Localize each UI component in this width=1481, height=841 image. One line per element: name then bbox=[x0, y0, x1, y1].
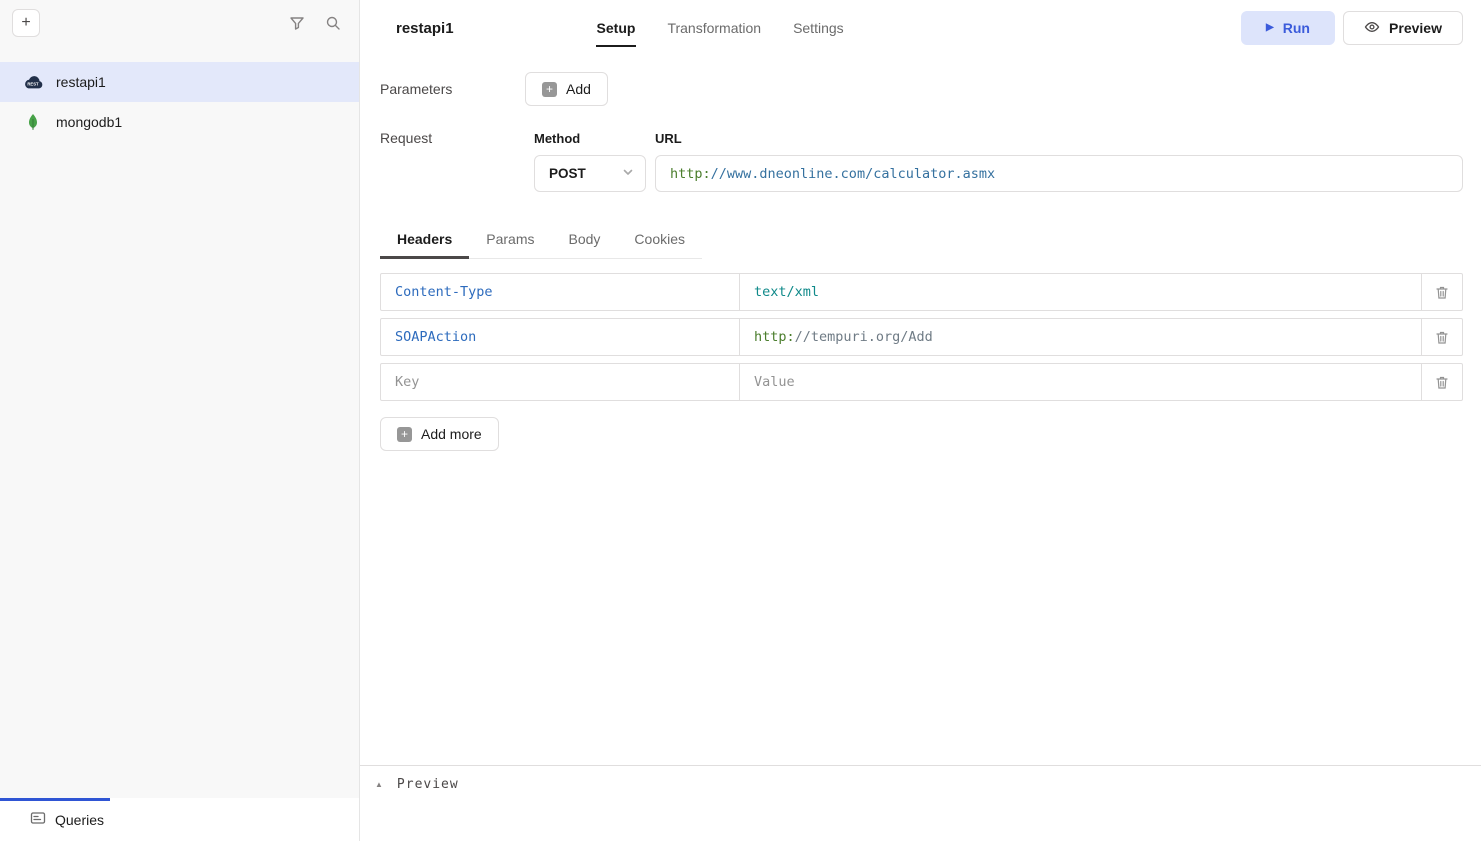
delete-row-button[interactable] bbox=[1421, 273, 1463, 311]
sidebar-item-label: restapi1 bbox=[56, 74, 106, 90]
url-scheme: http: bbox=[670, 166, 711, 182]
main-panel: restapi1 Setup Transformation Settings ▶… bbox=[360, 0, 1481, 841]
response-preview-toggle[interactable]: ▲ Preview bbox=[360, 766, 1481, 802]
header-value-scheme: http: bbox=[754, 329, 795, 345]
tab-setup[interactable]: Setup bbox=[596, 16, 637, 40]
header-actions: ▶ Run Preview bbox=[1241, 11, 1463, 45]
sidebar-item-restapi1[interactable]: REST restapi1 bbox=[0, 62, 359, 102]
page-title: restapi1 bbox=[396, 20, 454, 37]
parameters-label: Parameters bbox=[380, 81, 525, 97]
header-value-input[interactable]: http://tempuri.org/Add bbox=[739, 318, 1422, 356]
run-button[interactable]: ▶ Run bbox=[1241, 11, 1335, 45]
tab-cookies[interactable]: Cookies bbox=[617, 222, 702, 258]
queries-tab-label: Queries bbox=[55, 812, 104, 828]
table-row bbox=[380, 363, 1463, 401]
filter-icon[interactable] bbox=[289, 15, 305, 31]
response-pane: ▲ Preview bbox=[360, 765, 1481, 841]
url-value: //www.dneonline.com/calculator.asmx bbox=[711, 166, 995, 182]
play-icon: ▶ bbox=[1266, 23, 1274, 33]
rest-api-icon: REST bbox=[22, 75, 44, 90]
setup-content: Parameters + Add Request Method URL POST bbox=[360, 56, 1481, 765]
plus-icon: + bbox=[21, 14, 30, 32]
preview-button[interactable]: Preview bbox=[1343, 11, 1463, 45]
request-subtabs: Headers Params Body Cookies bbox=[380, 222, 702, 259]
table-row: Content-Type text/xml bbox=[380, 273, 1463, 311]
tab-settings[interactable]: Settings bbox=[792, 16, 845, 40]
header-key-input[interactable] bbox=[380, 363, 740, 401]
plus-icon: + bbox=[397, 427, 412, 442]
header-value-text: //tempuri.org/Add bbox=[795, 329, 933, 345]
app-window: + REST bbox=[0, 0, 1481, 841]
trash-icon bbox=[1435, 330, 1449, 345]
sidebar-item-label: mongodb1 bbox=[56, 114, 122, 130]
parameters-section: Parameters + Add bbox=[380, 72, 1463, 106]
tab-headers[interactable]: Headers bbox=[380, 222, 469, 258]
add-parameter-button[interactable]: + Add bbox=[525, 72, 608, 106]
table-row: SOAPAction http://tempuri.org/Add bbox=[380, 318, 1463, 356]
new-query-button[interactable]: + bbox=[12, 9, 40, 37]
search-icon[interactable] bbox=[325, 15, 341, 31]
query-header: restapi1 Setup Transformation Settings ▶… bbox=[360, 0, 1481, 56]
response-preview-label: Preview bbox=[397, 777, 459, 792]
trash-icon bbox=[1435, 285, 1449, 300]
eye-icon bbox=[1364, 19, 1380, 38]
preview-button-label: Preview bbox=[1389, 20, 1442, 36]
query-list: REST restapi1 mongodb1 bbox=[0, 46, 359, 798]
tab-params[interactable]: Params bbox=[469, 222, 551, 258]
delete-row-button[interactable] bbox=[1421, 318, 1463, 356]
header-key-input[interactable]: Content-Type bbox=[380, 273, 740, 311]
plus-icon: + bbox=[542, 82, 557, 97]
delete-row-button[interactable] bbox=[1421, 363, 1463, 401]
request-label: Request bbox=[380, 130, 525, 146]
caret-up-icon: ▲ bbox=[375, 780, 383, 789]
tab-transformation[interactable]: Transformation bbox=[666, 16, 762, 40]
add-more-label: Add more bbox=[421, 426, 482, 442]
header-tabs: Setup Transformation Settings bbox=[596, 0, 845, 56]
svg-text:REST: REST bbox=[27, 81, 39, 86]
request-section: Request Method URL POST http://www.dneon… bbox=[380, 130, 1463, 192]
header-value-input[interactable] bbox=[739, 363, 1422, 401]
sidebar-topbar: + bbox=[0, 0, 359, 46]
sidebar-item-mongodb1[interactable]: mongodb1 bbox=[0, 102, 359, 142]
header-key-input[interactable]: SOAPAction bbox=[380, 318, 740, 356]
sidebar: + REST bbox=[0, 0, 360, 841]
url-input[interactable]: http://www.dneonline.com/calculator.asmx bbox=[655, 155, 1463, 192]
active-tab-indicator bbox=[0, 798, 110, 801]
method-dropdown[interactable]: POST bbox=[534, 155, 646, 192]
mongodb-icon bbox=[22, 113, 44, 131]
add-button-label: Add bbox=[566, 81, 591, 97]
queries-icon bbox=[30, 810, 46, 829]
header-value-text: text/xml bbox=[754, 284, 819, 300]
run-button-label: Run bbox=[1283, 20, 1310, 36]
method-label: Method bbox=[534, 131, 646, 146]
headers-table: Content-Type text/xml SOAPAction http://… bbox=[380, 273, 1463, 451]
trash-icon bbox=[1435, 375, 1449, 390]
tab-queries[interactable]: Queries bbox=[0, 798, 104, 841]
sidebar-bottom-bar: Queries bbox=[0, 798, 359, 841]
tab-body[interactable]: Body bbox=[552, 222, 618, 258]
chevron-down-icon bbox=[621, 165, 635, 182]
add-more-button[interactable]: + Add more bbox=[380, 417, 499, 451]
header-value-input[interactable]: text/xml bbox=[739, 273, 1422, 311]
url-label: URL bbox=[655, 131, 1463, 146]
method-value: POST bbox=[549, 166, 586, 181]
